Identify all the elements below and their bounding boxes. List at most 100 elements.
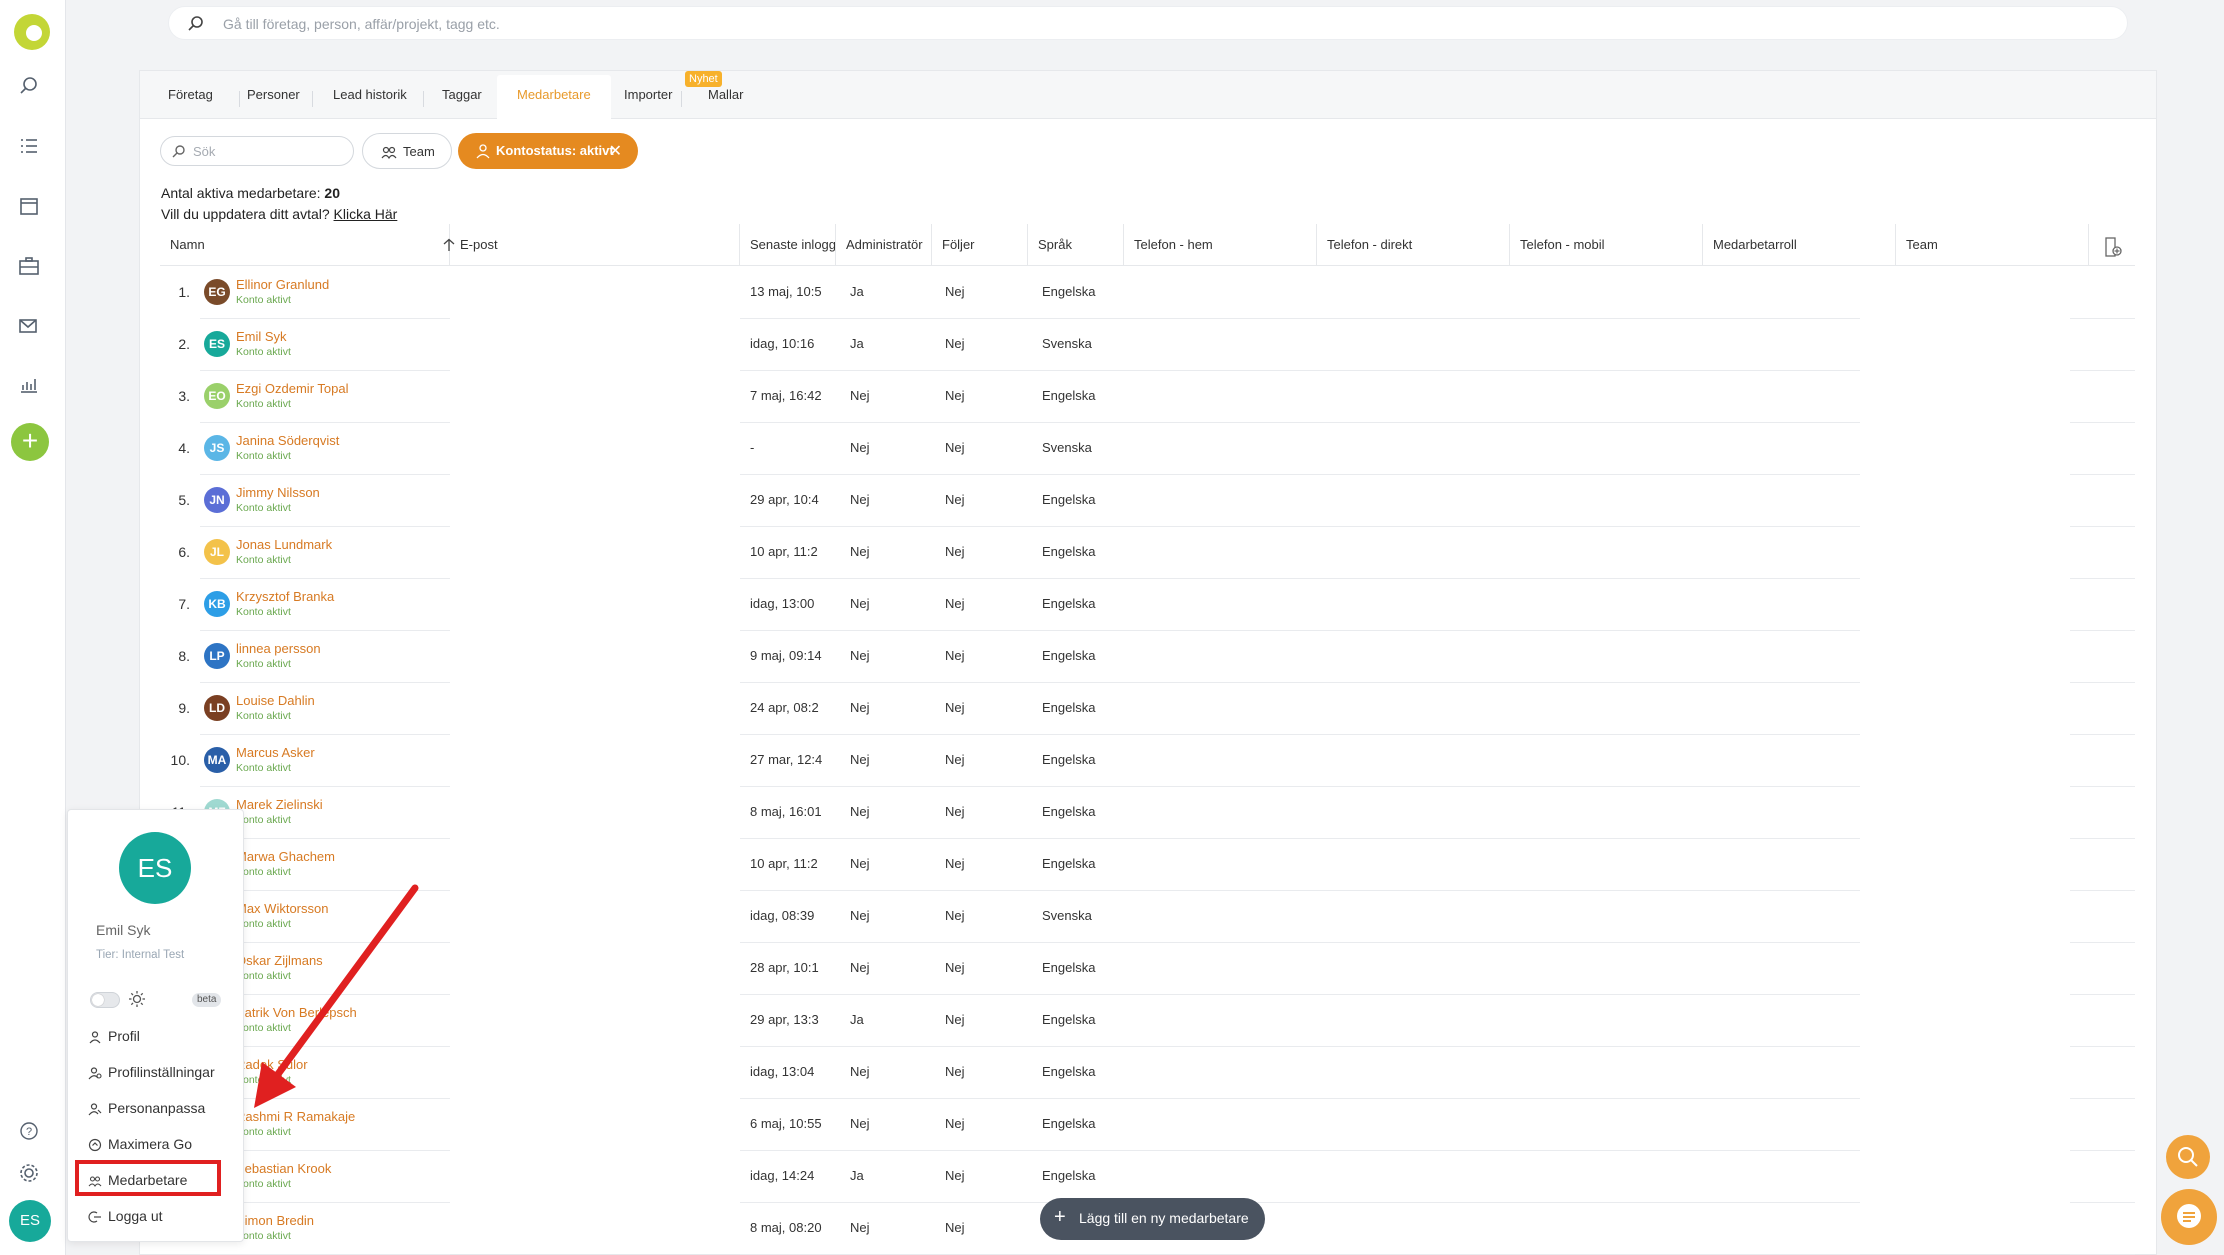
language-cell: Engelska <box>1042 492 1096 507</box>
tab-lead-historik[interactable]: Lead historik <box>333 83 407 119</box>
search-help-button[interactable] <box>2166 1135 2210 1179</box>
table-row[interactable]: 12.MGMarwa GhachemKonto aktivt10 apr, 11… <box>160 839 2135 891</box>
table-row[interactable]: 2. ES Emil Syk Konto aktivt idag, 10:16 Ja Nej… <box>160 319 2135 371</box>
column-header-namn[interactable]: Namn <box>160 224 450 266</box>
last-login-cell: 29 apr, 13:3 <box>750 1012 819 1027</box>
mail-icon[interactable] <box>18 315 40 337</box>
column-header-telefon-hem[interactable]: Telefon - hem <box>1124 224 1317 266</box>
last-login-cell: idag, 14:24 <box>750 1168 815 1183</box>
last-login-cell: 10 apr, 11:2 <box>750 856 818 871</box>
member-name-link[interactable]: Marwa Ghachem <box>236 849 335 864</box>
tab-taggar[interactable]: Taggar <box>442 83 482 119</box>
column-header-sprak[interactable]: Språk <box>1028 224 1124 266</box>
column-header-epost[interactable]: E-post <box>450 224 740 266</box>
help-icon[interactable]: ? <box>18 1120 40 1142</box>
column-header-medarbetarroll[interactable]: Medarbetarroll <box>1703 224 1896 266</box>
menu-item-profilinstallningar[interactable]: Profilinställningar <box>88 1060 215 1084</box>
follow-cell: Nej <box>945 1012 965 1027</box>
table-row[interactable]: 15.PBPatrik Von BerlepschKonto aktivt29 … <box>160 995 2135 1047</box>
column-header-team[interactable]: Team <box>1896 224 2089 266</box>
account-status: Konto aktivt <box>236 346 291 358</box>
member-name-link[interactable]: Jimmy Nilsson <box>236 485 320 500</box>
sun-icon <box>129 991 145 1007</box>
member-name-link[interactable]: Marek Zielinski <box>236 797 323 812</box>
member-name-link[interactable]: Janina Söderqvist <box>236 433 339 448</box>
tab-separator <box>312 91 313 107</box>
column-header-administrator[interactable]: Administratör <box>836 224 932 266</box>
last-login-cell: 10 apr, 11:2 <box>750 544 818 559</box>
chat-icon <box>2177 1204 2201 1228</box>
add-icon[interactable]: + <box>11 423 49 461</box>
table-row[interactable]: 10. MA Marcus Asker Konto aktivt 27 mar, 12:… <box>160 735 2135 787</box>
table-row[interactable]: 9. LD Louise Dahlin Konto aktivt 24 apr, 08:… <box>160 683 2135 735</box>
language-cell: Engelska <box>1042 700 1096 715</box>
search-icon[interactable] <box>18 75 40 97</box>
table-row[interactable]: 14.OZOskar ZijlmansKonto aktivt28 apr, 1… <box>160 943 2135 995</box>
theme-toggle[interactable] <box>90 992 120 1008</box>
member-name-link[interactable]: Ellinor Granlund <box>236 277 329 292</box>
global-search-input[interactable]: Gå till företag, person, affär/projekt, … <box>168 6 2128 40</box>
column-header-senaste-inloggning[interactable]: Senaste inloggni <box>740 224 836 266</box>
status-filter-chip[interactable]: Kontostatus: aktivt ✕ <box>458 133 638 169</box>
team-filter-button[interactable]: Team <box>362 133 452 169</box>
chat-button[interactable] <box>2161 1189 2217 1245</box>
table-row[interactable]: 3. EO Ezgi Ozdemir Topal Konto aktivt 7 maj,… <box>160 371 2135 423</box>
menu-item-profil[interactable]: Profil <box>88 1024 140 1048</box>
table-row[interactable]: 13.MWMax WiktorssonKonto aktivtidag, 08:… <box>160 891 2135 943</box>
member-search-input[interactable]: Sök <box>160 136 354 166</box>
menu-item-personanpassa[interactable]: Personanpassa <box>88 1096 205 1120</box>
member-name-link[interactable]: Louise Dahlin <box>236 693 315 708</box>
table-row[interactable]: 11.MZMarek ZielinskiKonto aktivt8 maj, 1… <box>160 787 2135 839</box>
last-login-cell: 6 maj, 10:55 <box>750 1116 822 1131</box>
admin-cell: Nej <box>850 752 870 767</box>
menu-item-logga-ut[interactable]: Logga ut <box>88 1204 163 1228</box>
member-name-link[interactable]: Ezgi Ozdemir Topal <box>236 381 348 396</box>
menu-item-maximera-go[interactable]: Maximera Go <box>88 1132 192 1156</box>
update-contract-link[interactable]: Klicka Här <box>334 206 398 222</box>
avatar: MA <box>204 747 230 773</box>
calendar-icon[interactable] <box>18 195 40 217</box>
column-header-telefon-direkt[interactable]: Telefon - direkt <box>1317 224 1510 266</box>
member-name-link[interactable]: Krzysztof Branka <box>236 589 334 604</box>
member-name-link[interactable]: Emil Syk <box>236 329 287 344</box>
gear-icon[interactable] <box>18 1162 40 1184</box>
table-row[interactable]: 5. JN Jimmy Nilsson Konto aktivt 29 apr, 10:… <box>160 475 2135 527</box>
follow-cell: Nej <box>945 388 965 403</box>
app-logo[interactable] <box>14 14 50 50</box>
table-row[interactable]: 18.SKSebastian KrookKonto aktivtidag, 14… <box>160 1151 2135 1203</box>
tab-importer[interactable]: Importer <box>624 83 672 119</box>
table-row[interactable]: 17.RRRashmi R RamakajeKonto aktivt6 maj,… <box>160 1099 2135 1151</box>
tab-medarbetare[interactable]: Medarbetare <box>497 75 611 119</box>
last-login-cell: 8 maj, 08:20 <box>750 1220 822 1235</box>
tab-foretag[interactable]: Företag <box>168 83 213 119</box>
add-member-button[interactable]: + Lägg till en ny medarbetare <box>1040 1198 1265 1240</box>
table-row[interactable]: 1. EG Ellinor Granlund Konto aktivt 13 maj, … <box>160 267 2135 319</box>
chart-icon[interactable] <box>18 373 40 395</box>
admin-cell: Nej <box>850 1220 870 1235</box>
member-name-link[interactable]: Jonas Lundmark <box>236 537 332 552</box>
admin-cell: Nej <box>850 1064 870 1079</box>
table-row[interactable]: 7. KB Krzysztof Branka Konto aktivt idag, 13… <box>160 579 2135 631</box>
follow-cell: Nej <box>945 1064 965 1079</box>
member-name-link[interactable]: Marcus Asker <box>236 745 315 760</box>
list-icon[interactable] <box>18 135 40 157</box>
member-name-link[interactable]: Simon Bredin <box>236 1213 314 1228</box>
close-icon[interactable]: ✕ <box>609 141 622 161</box>
user-avatar[interactable]: ES <box>9 1200 51 1242</box>
column-header-telefon-mobil[interactable]: Telefon - mobil <box>1510 224 1703 266</box>
member-name-link[interactable]: Sebastian Krook <box>236 1161 331 1176</box>
table-row[interactable]: 4. JS Janina Söderqvist Konto aktivt - Nej Nej… <box>160 423 2135 475</box>
briefcase-icon[interactable] <box>18 255 40 277</box>
column-header-foljer[interactable]: Följer <box>932 224 1028 266</box>
row-number: 9. <box>178 700 190 716</box>
table-row[interactable]: 8. LP linnea persson Konto aktivt 9 maj, 09:… <box>160 631 2135 683</box>
follow-cell: Nej <box>945 648 965 663</box>
add-column-icon[interactable] <box>2104 236 2124 258</box>
tab-mallar[interactable]: Mallar <box>708 83 743 119</box>
tab-personer[interactable]: Personer <box>247 83 300 119</box>
table-row[interactable]: 6. JL Jonas Lundmark Konto aktivt 10 apr, 11… <box>160 527 2135 579</box>
table-row[interactable]: 16.RSRadek SulorKonto aktivtidag, 13:04N… <box>160 1047 2135 1099</box>
language-cell: Engelska <box>1042 804 1096 819</box>
member-name-link[interactable]: linnea persson <box>236 641 321 656</box>
follow-cell: Nej <box>945 1116 965 1131</box>
